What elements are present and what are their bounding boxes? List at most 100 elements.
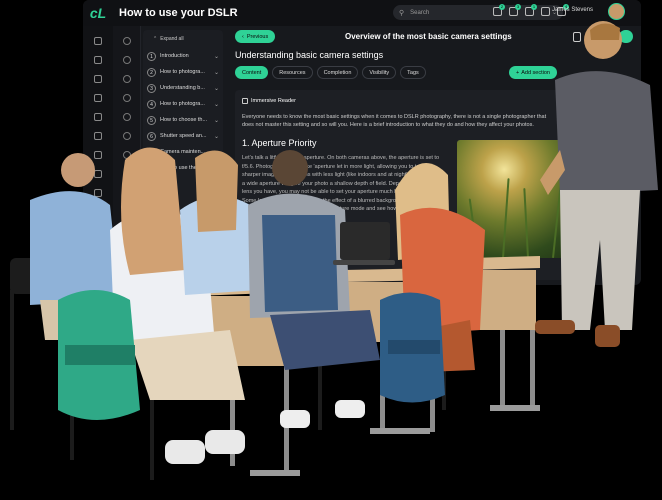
tab-content[interactable]: Content [235,66,269,79]
tab-completion[interactable]: Completion [316,66,359,79]
desks [195,256,540,476]
item-label: How to photogra... [160,69,205,75]
outline-item-6[interactable]: 6 Shutter speed an... ⌄ [147,128,219,144]
item-label: Shutter speed an... [160,133,207,139]
notifications-icon[interactable]: 3 [509,4,521,16]
outline-item-4[interactable]: 4 How to photogra... ⌄ [147,96,219,112]
calendar-nav-icon[interactable] [94,113,102,121]
expand-all-label: Expand all [160,36,184,42]
reader-icon [242,98,248,104]
calendar-icon[interactable] [541,7,550,16]
tab-visibility[interactable]: Visibility [362,66,397,79]
intro-paragraph: Everyone needs to know the most basic se… [242,114,547,128]
stats-icon[interactable] [94,75,102,83]
item-label: How to use the... [160,165,202,171]
outline-item-5[interactable]: 5 How to choose th... ⌄ [147,112,219,128]
home-icon[interactable] [94,37,102,45]
tab-tags[interactable]: Tags [400,66,426,79]
previous-label: Previous [246,33,269,40]
search-icon: ⚲ [399,9,405,17]
settings-icon[interactable] [122,151,131,159]
tab-resources[interactable]: Resources [272,66,313,79]
chevron-down-icon: ⌄ [213,101,219,108]
user-name[interactable]: James Stevens [552,7,593,13]
outline-item-7[interactable]: 7 Camera mainten... [147,144,219,160]
grass-photo [457,140,592,258]
lesson-title: Overview of the most basic camera settin… [345,32,512,41]
outline-item-1[interactable]: 1 Introduction ⌄ [147,48,219,64]
course-title: How to use your DSLR [119,7,238,19]
schedule-icon[interactable] [122,113,131,121]
chevron-down-icon: ⌄ [213,117,219,124]
add-section-button[interactable]: + Add section [509,66,557,79]
chevron-down-icon: ⌄ [213,85,219,92]
messages-badge: 2 [499,4,505,10]
people-icon[interactable] [122,132,131,140]
main-nav-rail [83,26,113,285]
grass-blade [552,173,563,258]
course-outline: ⌃ Expand all 1 Introduction ⌄ 2 How to photo… [143,30,223,285]
chevron-down-icon: ⌄ [213,133,219,140]
item-number: 7 [147,147,156,157]
tree-icon[interactable] [94,189,102,197]
immersive-reader-button[interactable]: Immersive Reader [242,98,558,104]
courses-icon[interactable] [94,94,102,102]
item-number: 4 [147,99,156,109]
green-backpack [58,290,140,420]
app-window: cL How to use your DSLR ⚲ Search ⌄ 2 3 1… [83,0,641,285]
reports-icon[interactable] [94,170,102,178]
org-icon[interactable] [94,56,102,64]
item-number: 3 [147,83,156,93]
content-icon[interactable] [122,56,131,64]
previous-button[interactable]: ‹ Previous [235,30,276,43]
section-title: Understanding basic camera settings [235,50,384,60]
item-label: How to choose th... [160,117,208,123]
item-number: 1 [147,51,156,61]
messages-icon[interactable]: 2 [493,4,505,16]
blue-backpack [380,292,445,403]
reader-label: Immersive Reader [251,98,296,104]
files-icon[interactable] [94,208,102,216]
item-label: How to photogra... [160,101,205,107]
tasks-icon[interactable]: 1 [525,4,537,16]
item-number: 6 [147,131,156,141]
chevron-down-icon: ⌄ [213,53,219,60]
print-icon[interactable] [573,32,581,42]
users-icon[interactable] [94,151,102,159]
grass-blade [523,188,529,258]
arrow-left-icon: ‹ [242,33,244,40]
chevron-icon: ⌃ [153,36,158,42]
add-section-label: Add section [521,69,550,76]
item-number: 2 [147,67,156,77]
edit-icon[interactable] [122,94,131,102]
outline-item-2[interactable]: 2 How to photogra... ⌄ [147,64,219,80]
section-tabs: Content Resources Completion Visibility … [235,66,426,79]
chairs [10,258,446,480]
plus-icon: + [516,69,520,76]
chevron-down-icon: ⌄ [213,69,219,76]
item-number: 8 [147,163,156,173]
grass-blade [566,203,574,258]
next-button[interactable] [619,30,633,43]
expand-all-button[interactable]: ⌃ Expand all [153,36,219,42]
avatar[interactable] [608,3,625,20]
sharp-label: Sharp [242,252,259,258]
course-tools-rail [113,26,141,285]
list-icon[interactable] [122,75,131,83]
info-icon[interactable] [122,37,131,45]
item-label: Camera mainten... [160,149,206,155]
tasks-badge: 1 [531,4,537,10]
item-label: Introduction [160,53,189,59]
brand-logo[interactable]: cL [83,5,113,21]
outline-item-8[interactable]: 8 How to use the... [147,160,219,176]
item-number: 5 [147,115,156,125]
outline-item-3[interactable]: 3 Understanding b... ⌄ [147,80,219,96]
item-label: Understanding b... [160,85,205,91]
cards-icon[interactable] [94,227,102,235]
aperture-paragraph: Let's talk a little bit about aperture. … [242,155,440,212]
search-placeholder: Search [410,9,430,16]
grass-blade [502,178,510,258]
grass-blade [468,198,479,258]
notifications-badge: 3 [515,4,521,10]
groups-icon[interactable] [94,132,102,140]
